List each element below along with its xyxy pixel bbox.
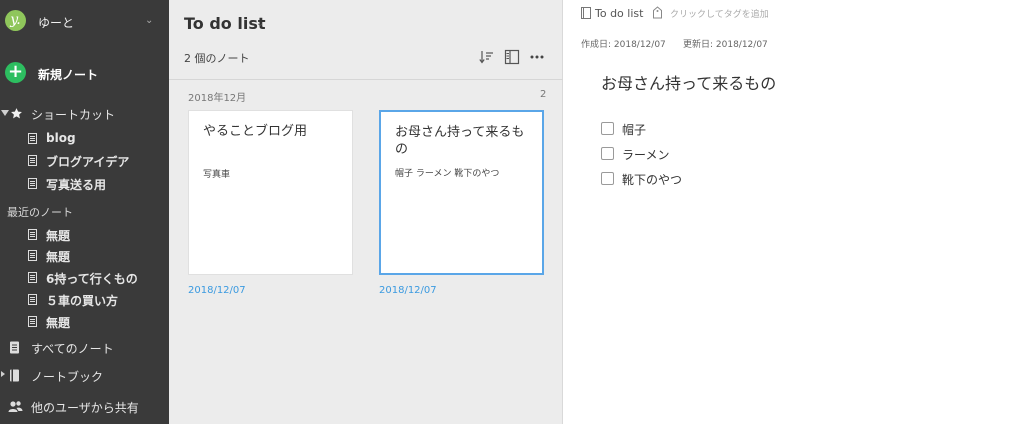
divider — [169, 79, 563, 80]
notebook-title[interactable]: To do list — [184, 14, 266, 33]
star-icon — [11, 108, 22, 119]
sidebar-item-photo-send[interactable]: 写真送る用 — [0, 174, 169, 194]
sidebar: y. ゆーと ⌄ + 新規ノート ショートカット blog ブログアイデア 写真… — [0, 0, 169, 424]
group-label: 2018年12月 — [188, 93, 247, 104]
tag-icon — [653, 6, 662, 19]
tag-input[interactable]: クリックしてタグを追加 — [670, 7, 769, 20]
sidebar-item-all-notes[interactable]: すべてのノート — [0, 338, 169, 358]
note-card-snippet: 帽子 ラーメン 靴下のやつ — [395, 169, 500, 179]
account-name: ゆーと — [38, 16, 75, 30]
note-icon — [28, 229, 37, 240]
sidebar-item-recent[interactable]: 無題 — [0, 312, 169, 332]
note-card-date: 2018/12/07 — [188, 285, 246, 296]
notebook-icon — [581, 7, 591, 19]
chevron-down-icon: ⌄ — [145, 15, 154, 26]
note-icon — [28, 133, 37, 144]
note-card-snippet: 写真車 — [203, 170, 231, 180]
sidebar-item-label: すべてのノート — [31, 342, 114, 356]
sidebar-item-recent[interactable]: ５車の買い方 — [0, 290, 169, 310]
sidebar-item-label: 6持って行くもの — [46, 272, 138, 286]
sidebar-item-recent[interactable]: 無題 — [0, 225, 169, 245]
notebook-icon — [10, 369, 19, 382]
notebook-selector[interactable]: To do list — [595, 7, 643, 20]
note-count: 2 個のノート — [184, 52, 250, 65]
more-icon[interactable] — [529, 49, 545, 65]
sidebar-item-blog[interactable]: blog — [0, 129, 169, 149]
sidebar-item-recent[interactable]: 6持って行くもの — [0, 268, 169, 288]
todo-text[interactable]: ラーメン — [622, 146, 670, 163]
notes-stack-icon — [10, 341, 19, 354]
note-icon — [28, 155, 37, 166]
note-card-title: お母さん持って来るもの — [395, 125, 525, 157]
updated-date: 更新日: 2018/12/07 — [683, 40, 768, 50]
note-card-title: やることブログ用 — [203, 124, 308, 139]
group-count: 2 — [540, 89, 547, 100]
note-icon — [28, 250, 37, 261]
avatar: y. — [5, 10, 26, 31]
note-icon — [28, 316, 37, 327]
note-card-date: 2018/12/07 — [379, 285, 437, 296]
sidebar-item-label: ノートブック — [31, 370, 104, 384]
sidebar-section-recent: 最近のノート — [0, 202, 169, 222]
sidebar-item-label: 写真送る用 — [46, 178, 107, 192]
note-icon — [28, 178, 37, 189]
note-card-selected[interactable]: お母さん持って来るもの 帽子 ラーメン 靴下のやつ — [379, 110, 544, 275]
todo-checkbox[interactable] — [601, 147, 614, 160]
sidebar-item-notebooks[interactable]: ノートブック — [0, 366, 169, 386]
sidebar-section-label: 最近のノート — [7, 206, 73, 219]
note-card[interactable]: やることブログ用 写真車 — [188, 110, 353, 275]
chevron-down-icon[interactable]: ⌄ — [256, 18, 264, 29]
view-icon[interactable] — [504, 49, 520, 65]
new-note-button[interactable]: + 新規ノート — [0, 60, 169, 86]
sort-icon[interactable] — [478, 49, 494, 65]
created-date: 作成日: 2018/12/07 — [581, 40, 666, 50]
sidebar-item-label: 無題 — [46, 316, 71, 330]
sidebar-item-label: 無題 — [46, 229, 71, 243]
sidebar-item-recent[interactable]: 無題 — [0, 246, 169, 266]
new-note-label: 新規ノート — [38, 68, 99, 82]
todo-text[interactable]: 靴下のやつ — [622, 171, 682, 188]
sidebar-section-label: ショートカット — [31, 108, 116, 122]
sidebar-item-label: 無題 — [46, 250, 71, 264]
note-icon — [28, 294, 37, 305]
sidebar-section-shortcuts[interactable]: ショートカット — [0, 104, 169, 124]
todo-checkbox[interactable] — [601, 172, 614, 185]
sidebar-item-label: blog — [46, 131, 76, 145]
todo-text[interactable]: 帽子 — [622, 121, 646, 138]
note-list-panel: To do list ⌄ 2 個のノート 2018年12月 2 やることブログ用… — [169, 0, 563, 424]
todo-checkbox[interactable] — [601, 122, 614, 135]
expand-triangle-icon — [1, 371, 5, 377]
sidebar-item-blog-ideas[interactable]: ブログアイデア — [0, 151, 169, 171]
sidebar-item-label: ブログアイデア — [46, 155, 130, 169]
plus-icon: + — [5, 62, 26, 83]
sidebar-item-label: ５車の買い方 — [46, 294, 119, 308]
people-icon — [8, 401, 23, 412]
sidebar-item-label: 他のユーザから共有 — [31, 401, 139, 415]
note-icon — [28, 272, 37, 283]
note-editor: To do list クリックしてタグを追加 作成日: 2018/12/07 更… — [564, 0, 1024, 424]
expand-triangle-icon — [1, 110, 9, 116]
note-title[interactable]: お母さん持って来るもの — [601, 70, 776, 94]
account-switcher[interactable]: y. ゆーと ⌄ — [0, 0, 169, 44]
sidebar-item-shared[interactable]: 他のユーザから共有 — [0, 397, 169, 417]
